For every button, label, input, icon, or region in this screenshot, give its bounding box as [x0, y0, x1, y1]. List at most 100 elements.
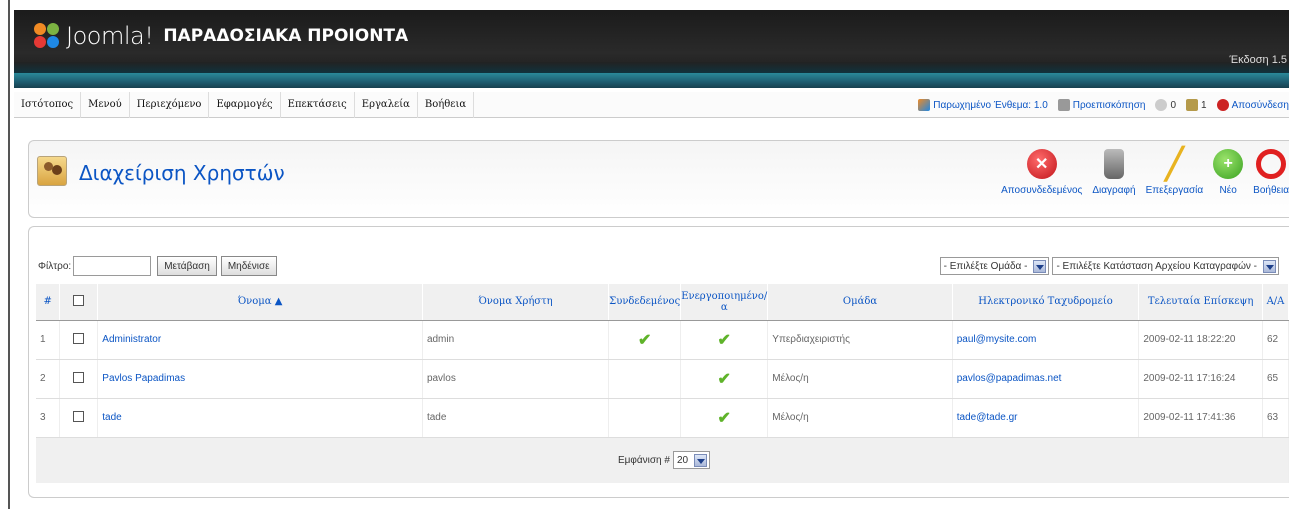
users-count[interactable]: 1 [1186, 99, 1207, 111]
pagination-row: Εμφάνιση # 20 [36, 437, 1289, 483]
email-link[interactable]: paul@mysite.com [957, 334, 1037, 345]
row-num: 1 [36, 320, 61, 360]
table-header-row: # Όνομα ▲ Όνομα Χρήστη Συνδεδεμένος Ενερ… [36, 284, 1289, 321]
col-id[interactable]: Α/Α [1262, 284, 1289, 321]
user-name-link[interactable]: tade [102, 412, 121, 423]
logout-link[interactable]: Αποσύνδεση [1216, 99, 1289, 111]
table-row: 2 Pavlos Papadimas pavlos ✔ Μέλος/η pavl… [36, 359, 1289, 399]
admin-header: Joomla! ΠΑΡΑΔΟΣΙΑΚΑ ΠΡΟΙΟΝΤΑ Έκδοση 1.5 [14, 10, 1289, 88]
row-checkbox[interactable] [73, 332, 85, 344]
id-cell: 63 [1262, 398, 1289, 438]
id-cell: 62 [1262, 320, 1289, 360]
help-button[interactable]: Βοήθεια [1253, 147, 1289, 196]
row-checkbox[interactable] [73, 410, 85, 422]
legacy-module-status[interactable]: Παρωχημένο Ένθεμα: 1.0 [918, 99, 1048, 111]
col-last-visit[interactable]: Τελευταία Επίσκεψη [1138, 284, 1263, 321]
logo[interactable]: Joomla! ΠΑΡΑΔΟΣΙΑΚΑ ΠΡΟΙΟΝΤΑ [34, 22, 408, 50]
go-button[interactable]: Μετάβαση [157, 256, 217, 276]
col-logged-in[interactable]: Συνδεδεμένος [608, 284, 682, 321]
menu-item-tools[interactable]: Εργαλεία [355, 92, 418, 118]
users-icon [1186, 99, 1199, 111]
logo-text: Joomla! [66, 22, 154, 50]
col-username[interactable]: Όνομα Χρήστη [422, 284, 610, 321]
dropdown-arrow-icon [694, 453, 708, 467]
version-label: Έκδοση 1.5 [1229, 54, 1288, 66]
toolbar-buttons: ✕ Αποσυνδεδεμένος Διαγραφή ╱ Επεξεργασία… [991, 147, 1289, 197]
group-cell: Μέλος/η [767, 359, 953, 399]
display-label: Εμφάνιση # [617, 454, 670, 466]
filter-input[interactable] [73, 256, 152, 276]
logout-icon [1216, 99, 1229, 111]
main-menu: Ιστότοπος Μενού Περιεχόμενο Εφαρμογές Επ… [14, 92, 475, 118]
last-visit-cell: 2009-02-11 17:16:24 [1138, 359, 1263, 399]
log-status-select[interactable]: - Επιλέξτε Κατάσταση Αρχείου Καταγραφών … [1052, 257, 1279, 275]
reset-button[interactable]: Μηδένισε [220, 256, 277, 276]
toolbar-panel: Διαχείριση Χρηστών ✕ Αποσυνδεδεμένος Δια… [28, 140, 1289, 218]
row-num: 3 [36, 398, 61, 438]
table-row: 3 tade tade ✔ Μέλος/η tade@tade.gr 2009-… [36, 398, 1289, 438]
new-button[interactable]: + Νέο [1213, 147, 1244, 196]
filter-selects: - Επιλέξτε Ομάδα - - Επιλέξτε Κατάσταση … [937, 257, 1279, 275]
plus-icon: + [1213, 149, 1244, 179]
user-name-link[interactable]: Pavlos Papadimas [102, 373, 185, 384]
display-limit-select[interactable]: 20 [672, 451, 711, 470]
enabled-check-icon[interactable]: ✔ [718, 371, 731, 388]
site-title: ΠΑΡΑΔΟΣΙΑΚΑ ΠΡΟΙΟΝΤΑ [163, 26, 409, 46]
col-enabled[interactable]: Ενεργοποιημένο/α [680, 284, 769, 321]
col-checkbox [59, 284, 99, 321]
last-visit-cell: 2009-02-11 18:22:20 [1138, 320, 1263, 360]
menu-item-content[interactable]: Περιεχόμενο [130, 92, 210, 118]
email-link[interactable]: tade@tade.gr [957, 412, 1018, 423]
joomla-logo-icon [34, 23, 60, 49]
filter-bar: Φίλτρο: Μετάβαση Μηδένισε [38, 256, 281, 276]
delete-button[interactable]: Διαγραφή [1092, 147, 1136, 196]
trash-icon [1103, 149, 1124, 179]
menu-item-menus[interactable]: Μενού [81, 92, 130, 118]
left-border [8, 0, 10, 509]
pencil-icon: ╱ [1165, 147, 1184, 181]
pagination: Εμφάνιση # 20 [617, 451, 711, 470]
select-all-checkbox[interactable] [73, 294, 85, 306]
logged-in-check-icon: ✔ [637, 331, 652, 349]
preview-link[interactable]: Προεπισκόπηση [1057, 99, 1145, 111]
col-email[interactable]: Ηλεκτρονικό Ταχυδρομείο [952, 284, 1140, 321]
logged-in-cell [608, 398, 682, 438]
col-group[interactable]: Ομάδα [767, 284, 953, 321]
enabled-check-icon[interactable]: ✔ [718, 410, 731, 427]
status-bar: Παρωχημένο Ένθεμα: 1.0 Προεπισκόπηση 0 1… [908, 92, 1289, 118]
users-table: # Όνομα ▲ Όνομα Χρήστη Συνδεδεμένος Ενερ… [36, 284, 1289, 483]
last-visit-cell: 2009-02-11 17:41:36 [1138, 398, 1263, 438]
filter-label: Φίλτρο: [38, 260, 72, 272]
menu-item-site[interactable]: Ιστότοπος [14, 92, 82, 118]
joomla-icon [918, 99, 931, 111]
dropdown-arrow-icon [1033, 259, 1047, 273]
enabled-check-icon[interactable]: ✔ [718, 332, 731, 349]
dropdown-arrow-icon [1263, 259, 1276, 273]
row-num: 2 [36, 359, 61, 399]
table-row: 1 Administrator admin ✔ ✔ Υπερδιαχειριστ… [36, 320, 1289, 360]
edit-button[interactable]: ╱ Επεξεργασία [1146, 147, 1204, 197]
menu-item-components[interactable]: Εφαρμογές [209, 92, 281, 118]
user-name-link[interactable]: Administrator [102, 334, 161, 345]
messages-count[interactable]: 0 [1155, 99, 1176, 111]
message-icon [1155, 99, 1168, 111]
menu-item-extensions[interactable]: Επεκτάσεις [281, 92, 355, 118]
logout-button[interactable]: ✕ Αποσυνδεδεμένος [1001, 147, 1082, 196]
username-cell: pavlos [422, 359, 610, 399]
menu-bar: Ιστότοπος Μενού Περιεχόμενο Εφαρμογές Επ… [14, 92, 1289, 118]
username-cell: tade [422, 398, 610, 438]
col-name[interactable]: Όνομα ▲ [97, 284, 423, 321]
lifebuoy-icon [1256, 149, 1287, 179]
group-cell: Μέλος/η [767, 398, 953, 438]
logout-x-icon: ✕ [1026, 149, 1057, 179]
group-cell: Υπερδιαχειριστής [767, 320, 953, 360]
username-cell: admin [422, 320, 610, 360]
row-checkbox[interactable] [73, 371, 85, 383]
user-manager-icon [37, 156, 67, 186]
preview-icon [1057, 99, 1070, 111]
logged-in-cell [608, 359, 682, 399]
email-link[interactable]: pavlos@papadimas.net [957, 373, 1062, 384]
menu-item-help[interactable]: Βοήθεια [418, 92, 475, 118]
group-select[interactable]: - Επιλέξτε Ομάδα - [939, 257, 1050, 275]
col-num: # [36, 284, 61, 321]
